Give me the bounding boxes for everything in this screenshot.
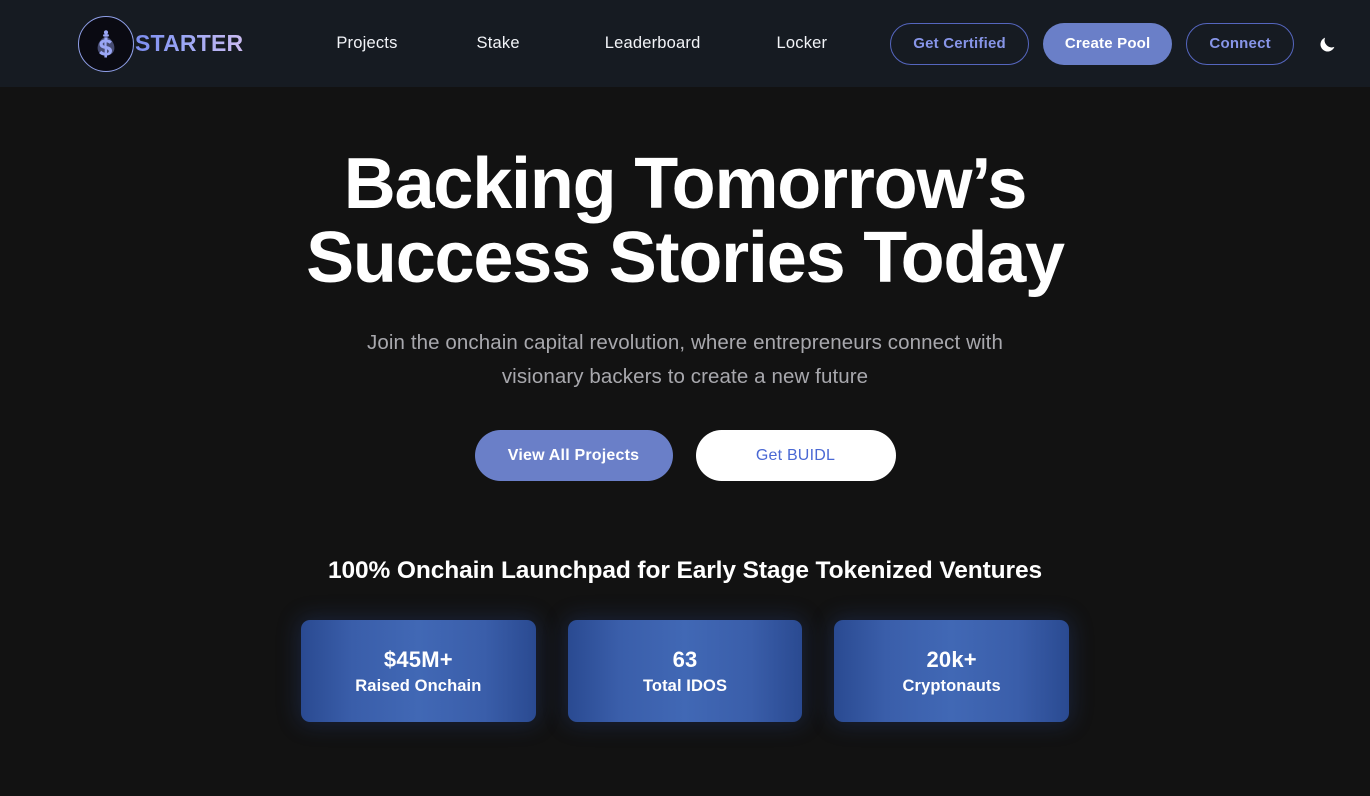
stat-card-cryptonauts: 20k+ Cryptonauts <box>834 620 1070 722</box>
stat-label: Cryptonauts <box>902 676 1001 695</box>
connect-wallet-button[interactable]: Connect <box>1186 22 1294 65</box>
brand-name: STARTER <box>135 30 244 56</box>
hero-subtitle-line-2: visionary backers to create a new future <box>501 365 869 388</box>
page-title: Backing Tomorrow’s Success Stories Today <box>0 147 1370 295</box>
hero-cta-group: View All Projects Get BUIDL <box>0 430 1370 481</box>
moon-icon[interactable] <box>1315 31 1341 57</box>
stat-value: 20k+ <box>926 646 977 672</box>
hero-section: Backing Tomorrow’s Success Stories Today… <box>0 87 1370 481</box>
hero-subtitle: Join the onchain capital revolution, whe… <box>0 326 1370 394</box>
stat-label: Raised Onchain <box>355 676 482 695</box>
create-pool-button[interactable]: Create Pool <box>1042 22 1173 65</box>
stats-section: 100% Onchain Launchpad for Early Stage T… <box>0 557 1370 722</box>
header-actions: Get Certified Create Pool Connect <box>890 22 1341 65</box>
main-navigation: Projects Stake Leaderboard Locker <box>336 28 827 59</box>
dollar-coin-logo-icon <box>78 15 134 72</box>
nav-item-stake[interactable]: Stake <box>477 28 520 59</box>
nav-item-locker[interactable]: Locker <box>777 28 828 59</box>
stat-card-total-idos: 63 Total IDOS <box>567 620 803 722</box>
get-certified-button[interactable]: Get Certified <box>890 22 1029 65</box>
hero-subtitle-line-1: Join the onchain capital revolution, whe… <box>367 331 1003 354</box>
nav-item-leaderboard[interactable]: Leaderboard <box>605 28 701 59</box>
stat-value: 63 <box>672 646 698 672</box>
hero-title-line-1: Backing Tomorrow’s <box>343 144 1028 224</box>
stat-card-raised-onchain: $45M+ Raised Onchain <box>301 620 536 722</box>
stats-heading: 100% Onchain Launchpad for Early Stage T… <box>327 557 1043 584</box>
nav-item-projects[interactable]: Projects <box>336 28 397 59</box>
main-content: Backing Tomorrow’s Success Stories Today… <box>0 87 1370 722</box>
stat-value: $45M+ <box>383 646 453 672</box>
stats-row: $45M+ Raised Onchain 63 Total IDOS 20k+ … <box>301 620 1070 722</box>
get-buidl-button[interactable]: Get BUIDL <box>695 430 896 481</box>
hero-title-line-2: Success Stories Today <box>306 218 1065 298</box>
stat-label: Total IDOS <box>642 676 728 695</box>
brand-logo[interactable]: STARTER <box>78 15 244 72</box>
view-all-projects-button[interactable]: View All Projects <box>474 430 673 481</box>
site-header: STARTER Projects Stake Leaderboard Locke… <box>0 0 1370 87</box>
